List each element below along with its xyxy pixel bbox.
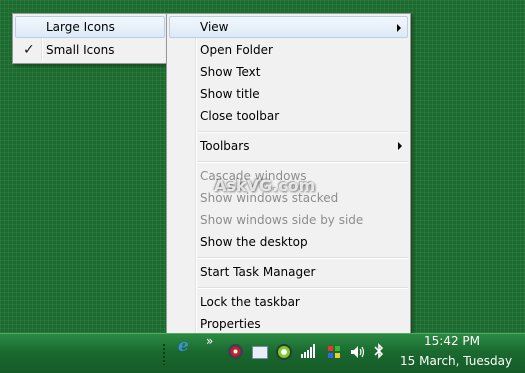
view-submenu: Large Icons ✓ Small Icons: [12, 13, 168, 64]
menu-item-show-text[interactable]: Show Text: [169, 61, 408, 83]
menu-item-open-folder[interactable]: Open Folder: [169, 39, 408, 61]
menu-item-label: Toolbars: [200, 139, 250, 153]
submenu-item-label: Small Icons: [46, 43, 115, 57]
clock-time[interactable]: 15:42 PM: [424, 334, 480, 348]
watermark: AskVG.com: [214, 176, 316, 195]
antivirus-icon[interactable]: [228, 344, 243, 359]
clock-date[interactable]: 15 March, Tuesday: [400, 354, 512, 368]
menu-item-lock-taskbar[interactable]: Lock the taskbar: [169, 291, 408, 313]
menu-item-properties[interactable]: Properties: [169, 313, 408, 335]
menu-item-label: Show title: [200, 87, 260, 101]
menu-separator: [198, 257, 408, 259]
toolbar-chevron-icon[interactable]: »: [206, 334, 213, 348]
volume-icon[interactable]: [350, 345, 366, 359]
menu-item-label: Properties: [200, 317, 261, 331]
menu-item-label: Show the desktop: [200, 235, 308, 249]
menu-item-start-task-manager[interactable]: Start Task Manager: [169, 261, 408, 283]
app-icon[interactable]: [276, 344, 292, 360]
menu-item-view[interactable]: View: [169, 16, 408, 38]
menu-item-show-title[interactable]: Show title: [169, 83, 408, 105]
ie-icon[interactable]: e: [178, 336, 189, 356]
submenu-item-small-icons[interactable]: ✓ Small Icons: [15, 39, 165, 61]
menu-item-show-desktop[interactable]: Show the desktop: [169, 231, 408, 253]
menu-item-label: Show Text: [200, 65, 261, 79]
menu-item-label: Close toolbar: [200, 109, 280, 123]
network-icon[interactable]: [252, 346, 268, 359]
checkmark-icon: ✓: [23, 42, 35, 58]
submenu-item-label: Large Icons: [46, 20, 115, 34]
taskbar[interactable]: e » 15:42 PM 15 March, Tuesday: [0, 333, 525, 373]
menu-item-label: Lock the taskbar: [200, 295, 300, 309]
menu-item-close-toolbar[interactable]: Close toolbar: [169, 105, 408, 127]
submenu-arrow-icon: [397, 24, 401, 32]
menu-separator: [198, 131, 408, 133]
taskbar-context-menu: View Open Folder Show Text Show title Cl…: [166, 13, 411, 336]
signal-icon[interactable]: [300, 344, 316, 358]
menu-item-label: View: [200, 20, 229, 34]
menu-item-label: Start Task Manager: [200, 265, 316, 279]
menu-separator: [198, 287, 408, 289]
submenu-item-large-icons[interactable]: Large Icons: [15, 16, 165, 38]
menu-item-toolbars[interactable]: Toolbars: [169, 135, 408, 157]
security-icon[interactable]: [326, 344, 342, 360]
menu-item-show-windows-side-by-side: Show windows side by side: [169, 209, 408, 231]
submenu-arrow-icon: [398, 142, 402, 150]
menu-item-label: Open Folder: [200, 43, 273, 57]
bluetooth-icon[interactable]: [373, 343, 385, 359]
toolbar-grip-icon[interactable]: [162, 343, 166, 365]
menu-item-label: Show windows side by side: [200, 213, 364, 227]
menu-separator: [198, 161, 408, 163]
